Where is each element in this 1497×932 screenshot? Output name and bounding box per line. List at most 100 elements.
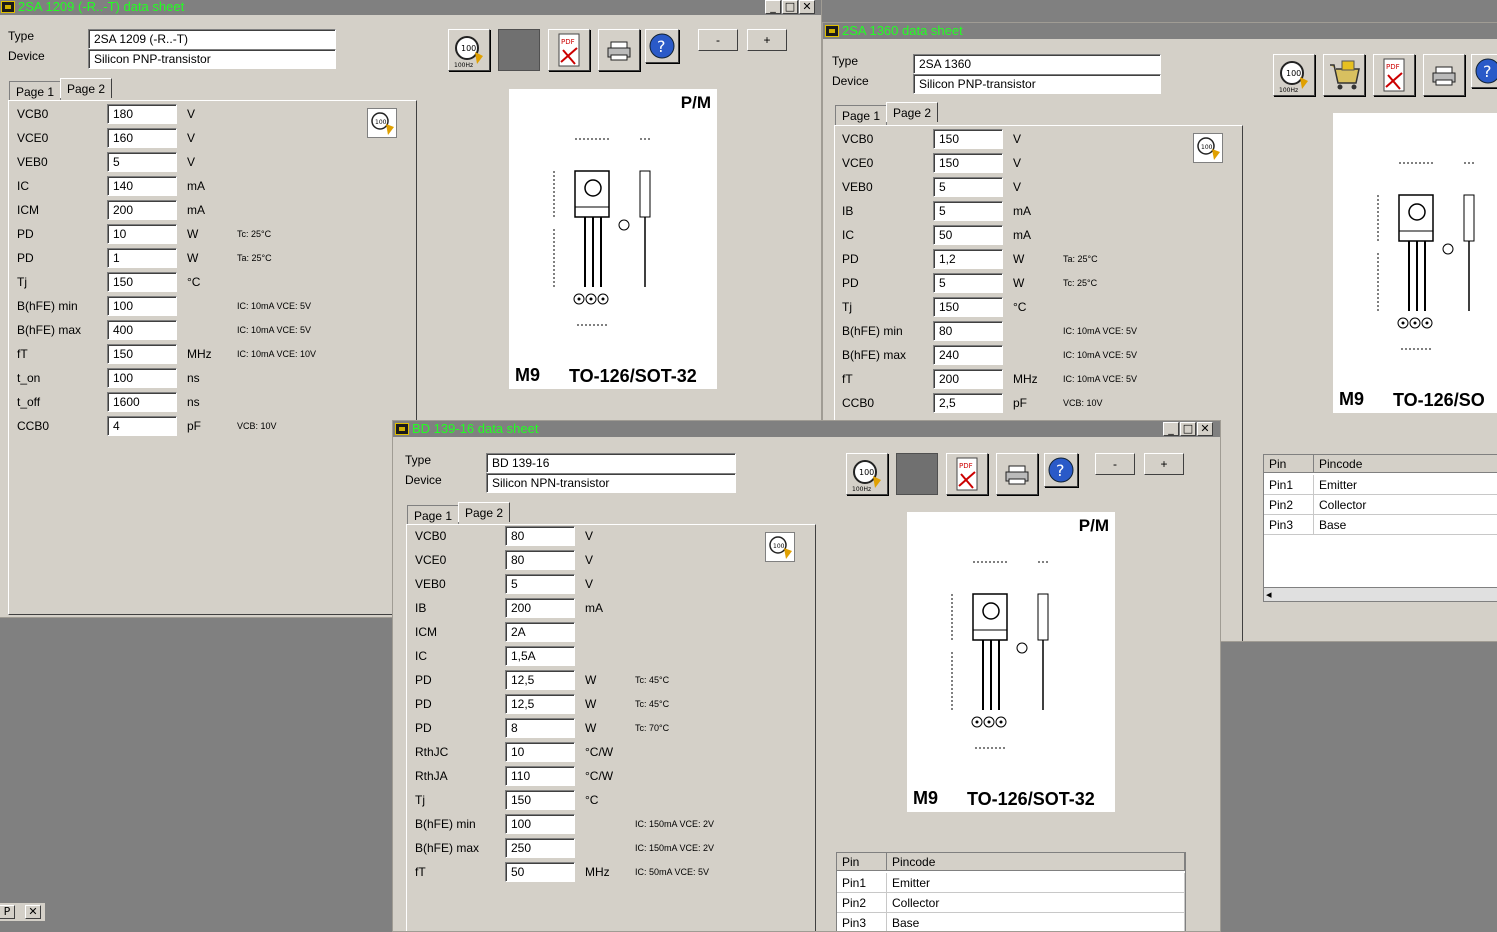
close-button[interactable]: ✕	[1197, 422, 1213, 436]
zoom-in-button[interactable]: +	[747, 29, 787, 51]
calc-100ohm-small-button[interactable]: 100	[367, 108, 397, 138]
param-value-field[interactable]: 1	[107, 248, 177, 268]
param-value-field[interactable]: 240	[933, 345, 1003, 365]
param-value-field[interactable]: 180	[107, 104, 177, 124]
pdf-button[interactable]: PDF	[548, 29, 590, 71]
window-titlebar[interactable]: 2SA 1360 data sheet	[823, 23, 1497, 39]
param-value-field[interactable]: 12,5	[505, 694, 575, 714]
param-value-field[interactable]: 160	[107, 128, 177, 148]
pin-column-header[interactable]: Pin	[837, 853, 887, 871]
param-value-field[interactable]: 5	[505, 574, 575, 594]
pin-cell[interactable]: Pin1	[1264, 475, 1314, 495]
param-value-field[interactable]: 150	[933, 153, 1003, 173]
param-value-field[interactable]: 250	[505, 838, 575, 858]
param-value-field[interactable]: 5	[933, 177, 1003, 197]
print-button[interactable]	[1423, 54, 1465, 96]
pin-cell[interactable]: Pin1	[837, 873, 887, 893]
calc-100ohm-button[interactable]: 100 100Hz	[448, 29, 490, 71]
pin-cell[interactable]: Pin3	[837, 913, 887, 931]
pincode-column-header[interactable]: Pincode	[1314, 455, 1497, 473]
param-value-field[interactable]: 50	[505, 862, 575, 882]
minimize-button[interactable]: _	[765, 0, 781, 14]
type-field[interactable]: BD 139-16	[486, 453, 736, 473]
param-value-field[interactable]: 200	[107, 200, 177, 220]
calc-100ohm-small-button[interactable]: 100	[765, 532, 795, 562]
restore-button[interactable]: P	[0, 905, 15, 919]
param-value-field[interactable]: 12,5	[505, 670, 575, 690]
pin-cell[interactable]: Pin3	[1264, 515, 1314, 535]
pdf-button[interactable]: PDF	[946, 453, 988, 495]
pincode-cell[interactable]: Collector	[1314, 495, 1497, 515]
blank-button[interactable]	[896, 453, 938, 495]
window-titlebar[interactable]: BD 139-16 data sheet _ □ ✕	[393, 421, 1220, 437]
param-value-field[interactable]: 110	[505, 766, 575, 786]
param-value-field[interactable]: 5	[933, 273, 1003, 293]
tab-page-1[interactable]: Page 1	[407, 505, 460, 525]
type-field[interactable]: 2SA 1209 (-R..-T)	[88, 29, 336, 49]
help-button[interactable]: ?	[1471, 54, 1497, 88]
pdf-button[interactable]: PDF	[1373, 54, 1415, 96]
tab-page-1[interactable]: Page 1	[835, 105, 888, 125]
calc-100ohm-small-button[interactable]: 100	[1193, 133, 1223, 163]
minimized-window[interactable]: P ✕	[0, 902, 46, 922]
param-value-field[interactable]: 150	[933, 129, 1003, 149]
param-value-field[interactable]: 200	[505, 598, 575, 618]
param-value-field[interactable]: 400	[107, 320, 177, 340]
calc-100ohm-button[interactable]: 100 100Hz	[846, 453, 888, 495]
pincode-cell[interactable]: Emitter	[887, 873, 1185, 893]
pincode-cell[interactable]: Emitter	[1314, 475, 1497, 495]
pincode-column-header[interactable]: Pincode	[887, 853, 1185, 871]
pincode-cell[interactable]: Base	[1314, 515, 1497, 535]
param-value-field[interactable]: 100	[107, 296, 177, 316]
zoom-out-button[interactable]: -	[698, 29, 738, 51]
blank-button[interactable]	[498, 29, 540, 71]
window-titlebar[interactable]: 2SA 1209 (-R..-T) data sheet _ □ ✕	[0, 0, 821, 15]
zoom-in-button[interactable]: +	[1144, 453, 1184, 475]
param-value-field[interactable]: 80	[933, 321, 1003, 341]
param-value-field[interactable]: 150	[107, 344, 177, 364]
pincode-cell[interactable]: Collector	[887, 893, 1185, 913]
param-value-field[interactable]: 1,2	[933, 249, 1003, 269]
param-value-field[interactable]: 2,5	[933, 393, 1003, 413]
pin-column-header[interactable]: Pin	[1264, 455, 1314, 473]
pin-cell[interactable]: Pin2	[837, 893, 887, 913]
param-value-field[interactable]: 1,5A	[505, 646, 575, 666]
param-value-field[interactable]: 2A	[505, 622, 575, 642]
param-value-field[interactable]: 80	[505, 526, 575, 546]
param-value-field[interactable]: 10	[505, 742, 575, 762]
maximize-button[interactable]: □	[782, 0, 798, 14]
tab-page-2[interactable]: Page 2	[886, 102, 939, 122]
pincode-cell[interactable]: Base	[887, 913, 1185, 931]
close-button[interactable]: ✕	[799, 0, 815, 14]
help-button[interactable]: ?	[645, 29, 679, 63]
print-button[interactable]	[598, 29, 640, 71]
maximize-button[interactable]: □	[1180, 422, 1196, 436]
param-value-field[interactable]: 150	[505, 790, 575, 810]
pin-cell[interactable]: Pin2	[1264, 495, 1314, 515]
tab-page-2[interactable]: Page 2	[458, 502, 511, 522]
param-value-field[interactable]: 140	[107, 176, 177, 196]
param-value-field[interactable]: 50	[933, 225, 1003, 245]
param-value-field[interactable]: 4	[107, 416, 177, 436]
param-value-field[interactable]: 150	[107, 272, 177, 292]
param-value-field[interactable]: 100	[505, 814, 575, 834]
param-value-field[interactable]: 8	[505, 718, 575, 738]
type-field[interactable]: 2SA 1360	[913, 54, 1161, 74]
param-value-field[interactable]: 200	[933, 369, 1003, 389]
print-button[interactable]	[996, 453, 1038, 495]
param-value-field[interactable]: 5	[933, 201, 1003, 221]
param-value-field[interactable]: 5	[107, 152, 177, 172]
shopping-cart-button[interactable]	[1323, 54, 1365, 96]
help-button[interactable]: ?	[1044, 453, 1078, 487]
device-field[interactable]: Silicon PNP-transistor	[913, 74, 1161, 94]
device-field[interactable]: Silicon NPN-transistor	[486, 473, 736, 493]
close-button[interactable]: ✕	[25, 905, 41, 919]
param-value-field[interactable]: 150	[933, 297, 1003, 317]
param-value-field[interactable]: 10	[107, 224, 177, 244]
scroll-left-arrow-icon[interactable]: ◂	[1266, 588, 1272, 601]
horizontal-scrollbar[interactable]: ◂	[1264, 587, 1497, 601]
device-field[interactable]: Silicon PNP-transistor	[88, 49, 336, 69]
zoom-out-button[interactable]: -	[1095, 453, 1135, 475]
param-value-field[interactable]: 1600	[107, 392, 177, 412]
param-value-field[interactable]: 80	[505, 550, 575, 570]
